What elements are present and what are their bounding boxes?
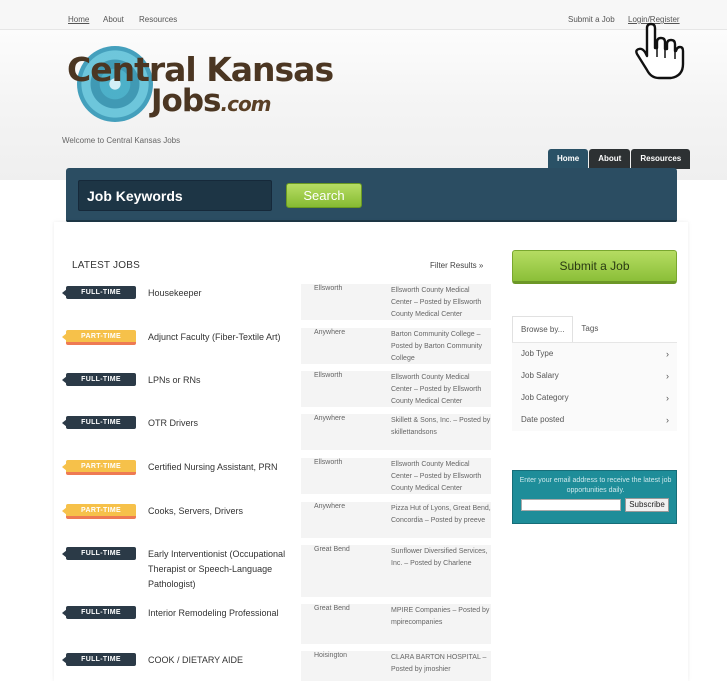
- tab-about[interactable]: About: [589, 149, 631, 169]
- chevron-right-icon: ›: [666, 415, 669, 425]
- job-company-meta: Skillett & Sons, Inc. – Posted by skille…: [301, 415, 491, 439]
- submit-job-button[interactable]: Submit a Job: [512, 250, 677, 284]
- job-title-link[interactable]: OTR Drivers: [148, 416, 298, 431]
- job-meta-text: Ellsworth County Medical Center – Posted…: [391, 374, 482, 405]
- main-tabs: Home About Resources: [548, 149, 691, 169]
- job-type-badge: FULL-TIME: [62, 547, 136, 560]
- job-meta-text: Skillett & Sons, Inc. – Posted by skille…: [391, 417, 491, 436]
- job-company-meta: Sunflower Diversified Services, Inc. – P…: [301, 546, 491, 570]
- job-title-link[interactable]: Interior Remodeling Professional: [148, 606, 298, 621]
- newsletter-text: Enter your email address to receive the …: [519, 477, 672, 494]
- job-title-link[interactable]: LPNs or RNs: [148, 373, 298, 388]
- job-company-meta: MPIRE Companies – Posted by mpirecompani…: [301, 605, 491, 629]
- job-meta-text: Ellsworth County Medical Center – Posted…: [391, 287, 482, 318]
- job-type-badge: FULL-TIME: [62, 416, 136, 429]
- job-type-badge: FULL-TIME: [62, 606, 136, 619]
- job-type-badge: PART-TIME: [62, 330, 136, 345]
- job-row[interactable]: FULL-TIME Early Interventionist (Occupati…: [62, 545, 492, 597]
- job-company-meta: Ellsworth County Medical Center – Posted…: [301, 285, 491, 321]
- email-input[interactable]: [521, 499, 621, 511]
- job-type-badge: PART-TIME: [62, 504, 136, 519]
- chevron-right-icon: ›: [666, 371, 669, 381]
- job-row[interactable]: FULL-TIME LPNs or RNs Ellsworth Ellsworth C…: [62, 371, 492, 408]
- top-navigation: Home About Resources Submit a Job Login/…: [0, 0, 727, 30]
- job-title-link[interactable]: Adjunct Faculty (Fiber-Textile Art): [148, 330, 298, 345]
- job-type-badge: FULL-TIME: [62, 286, 136, 299]
- job-company-meta: Ellsworth County Medical Center – Posted…: [301, 459, 491, 495]
- job-meta-text: Barton Community College – Posted by Bar…: [391, 331, 483, 362]
- job-title-link[interactable]: Housekeeper: [148, 286, 298, 301]
- job-title-link[interactable]: Certified Nursing Assistant, PRN: [148, 460, 298, 475]
- tab-browse-by[interactable]: Browse by...: [512, 316, 574, 342]
- job-row[interactable]: FULL-TIME Housekeeper Ellsworth Ellsworth C…: [62, 284, 492, 321]
- job-type-badge: PART-TIME: [62, 460, 136, 475]
- job-company-meta: Pizza Hut of Lyons, Great Bend, Concordi…: [301, 503, 491, 527]
- newsletter-box: Enter your email address to receive the …: [512, 470, 677, 524]
- job-type-badge: FULL-TIME: [62, 373, 136, 386]
- job-meta-text: Sunflower Diversified Services, Inc. – P…: [391, 548, 488, 567]
- filter-results-link[interactable]: Filter Results »: [430, 261, 483, 270]
- tab-resources[interactable]: Resources: [631, 149, 691, 169]
- job-keywords-input[interactable]: [78, 180, 272, 211]
- chevron-right-icon: ›: [666, 393, 669, 403]
- job-type-badge: FULL-TIME: [62, 653, 136, 666]
- nav-submit-job-link[interactable]: Submit a Job: [568, 15, 615, 24]
- job-company-meta: CLARA BARTON HOSPITAL – Posted by jmoshi…: [301, 652, 491, 676]
- job-meta-text: Ellsworth County Medical Center – Posted…: [391, 461, 482, 492]
- browse-item-job-category[interactable]: Job Category ›: [512, 387, 677, 409]
- job-meta-text: Pizza Hut of Lyons, Great Bend, Concordi…: [391, 505, 491, 524]
- job-company-meta: Barton Community College – Posted by Bar…: [301, 329, 491, 365]
- job-meta-text: MPIRE Companies – Posted by mpirecompani…: [391, 607, 490, 626]
- tab-home[interactable]: Home: [548, 149, 589, 169]
- logo-line-2: Jobs.com: [151, 83, 272, 119]
- job-company-meta: Ellsworth County Medical Center – Posted…: [301, 372, 491, 408]
- browse-item-date-posted[interactable]: Date posted ›: [512, 409, 677, 431]
- job-row[interactable]: PART-TIME Certified Nursing Assistant, PR…: [62, 458, 492, 495]
- welcome-text: Welcome to Central Kansas Jobs: [62, 136, 181, 145]
- job-meta-text: CLARA BARTON HOSPITAL – Posted by jmoshi…: [391, 654, 487, 673]
- chevron-right-icon: ›: [666, 349, 669, 359]
- nav-about-link[interactable]: About: [103, 15, 124, 24]
- job-row[interactable]: FULL-TIME OTR Drivers Anywhere Skillett & S…: [62, 414, 492, 450]
- nav-home-link[interactable]: Home: [68, 15, 89, 24]
- job-title-link[interactable]: COOK / DIETARY AIDE: [148, 653, 298, 668]
- job-row[interactable]: PART-TIME Adjunct Faculty (Fiber-Textile …: [62, 328, 492, 365]
- hand-pointer-icon: [635, 22, 685, 80]
- latest-jobs-heading: LATEST JOBS: [72, 260, 140, 271]
- job-row[interactable]: FULL-TIME COOK / DIETARY AIDE Hoisington CL…: [62, 651, 492, 681]
- browse-item-job-type[interactable]: Job Type ›: [512, 343, 677, 365]
- subscribe-button[interactable]: Subscribe: [625, 498, 669, 512]
- search-bar: Search: [66, 168, 677, 223]
- job-row[interactable]: PART-TIME Cooks, Servers, Drivers Anywhere…: [62, 502, 492, 538]
- browse-widget: Browse by... Tags Job Type › Job Salary › …: [512, 316, 677, 436]
- job-title-link[interactable]: Early Interventionist (Occupational Ther…: [148, 547, 298, 592]
- nav-resources-link[interactable]: Resources: [139, 15, 177, 24]
- search-button[interactable]: Search: [286, 183, 362, 208]
- tab-tags[interactable]: Tags: [573, 316, 606, 342]
- site-logo[interactable]: Central Kansas Jobs.com: [64, 43, 334, 129]
- job-title-link[interactable]: Cooks, Servers, Drivers: [148, 504, 298, 519]
- browse-item-job-salary[interactable]: Job Salary ›: [512, 365, 677, 387]
- job-row[interactable]: FULL-TIME Interior Remodeling Professiona…: [62, 604, 492, 644]
